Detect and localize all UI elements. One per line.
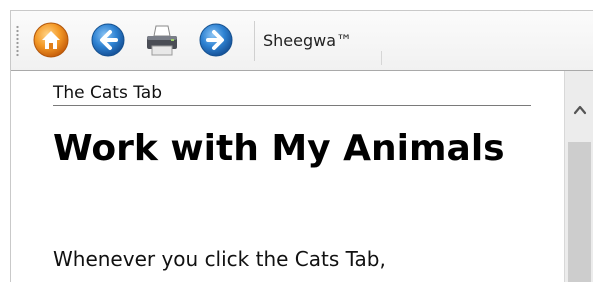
- scroll-thumb[interactable]: [568, 142, 591, 282]
- back-arrow-icon: [91, 23, 125, 57]
- chevron-up-icon: [573, 105, 586, 115]
- brand-divider: [381, 51, 382, 65]
- vertical-scrollbar[interactable]: [564, 71, 593, 282]
- forward-arrow-icon: [199, 23, 233, 57]
- back-button[interactable]: [90, 22, 126, 58]
- help-content: The Cats Tab Work with My Animals Whenev…: [11, 71, 564, 282]
- toolbar: Sheegwa™: [11, 11, 593, 71]
- toolbar-separator: [254, 21, 255, 61]
- forward-button[interactable]: [198, 22, 234, 58]
- help-window: Sheegwa™ The Cats Tab Work with My Anima…: [10, 10, 593, 282]
- print-button[interactable]: [144, 22, 180, 58]
- home-icon: [33, 22, 69, 58]
- printer-icon: [147, 25, 177, 56]
- toolbar-grip[interactable]: [16, 25, 19, 57]
- brand-label: Sheegwa™: [263, 31, 353, 50]
- home-button[interactable]: [33, 22, 69, 58]
- body-paragraph: Whenever you click the Cats Tab,: [53, 247, 386, 271]
- page-title: Work with My Animals: [53, 128, 505, 169]
- breadcrumb: The Cats Tab: [53, 83, 531, 106]
- scroll-up-button[interactable]: [565, 97, 593, 121]
